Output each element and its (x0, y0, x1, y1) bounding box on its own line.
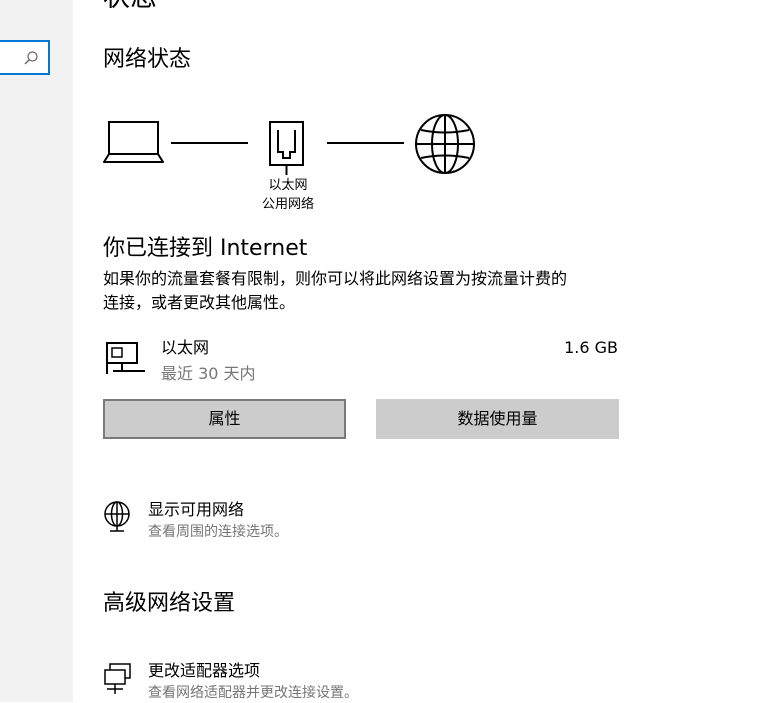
globe-icon (415, 114, 475, 174)
diagram-network-type: 公用网络 (261, 197, 314, 212)
connection-description-line2: 连接，或者更改其他属性。 (103, 293, 296, 312)
page-title: 状态 (103, 0, 157, 14)
connection-description-line1: 如果你的流量套餐有限制，则你可以将此网络设置为按流量计费的 (103, 269, 568, 288)
connection-line-left (171, 142, 248, 144)
show-networks-title[interactable]: 显示可用网络 (148, 498, 244, 522)
change-adapter-title[interactable]: 更改适配器选项 (148, 659, 260, 683)
ethernet-adapter-icon (106, 342, 145, 374)
show-networks-subtitle: 查看周围的连接选项。 (148, 524, 288, 540)
change-adapter-subtitle: 查看网络适配器并更改连接设置。 (148, 685, 358, 701)
laptop-icon (103, 121, 164, 163)
network-adapter-icon (104, 663, 131, 694)
adapter-period: 最近 30 天内 (161, 364, 256, 383)
data-usage-button[interactable]: 数据使用量 (376, 399, 619, 439)
adapter-name: 以太网 (161, 338, 210, 357)
connection-heading: 你已连接到 Internet (103, 236, 308, 261)
sidebar (0, 0, 73, 702)
search-input[interactable] (0, 40, 50, 75)
globe-network-icon (104, 501, 130, 532)
properties-button[interactable]: 属性 (103, 399, 346, 439)
adapter-usage: 1.6 GB (564, 338, 618, 357)
diagram-adapter-name: 以太网 (268, 178, 308, 193)
search-icon (24, 51, 38, 65)
ethernet-port-icon (269, 121, 304, 175)
connection-line-right (327, 142, 404, 144)
network-status-heading: 网络状态 (103, 47, 192, 72)
advanced-heading: 高级网络设置 (103, 591, 236, 616)
